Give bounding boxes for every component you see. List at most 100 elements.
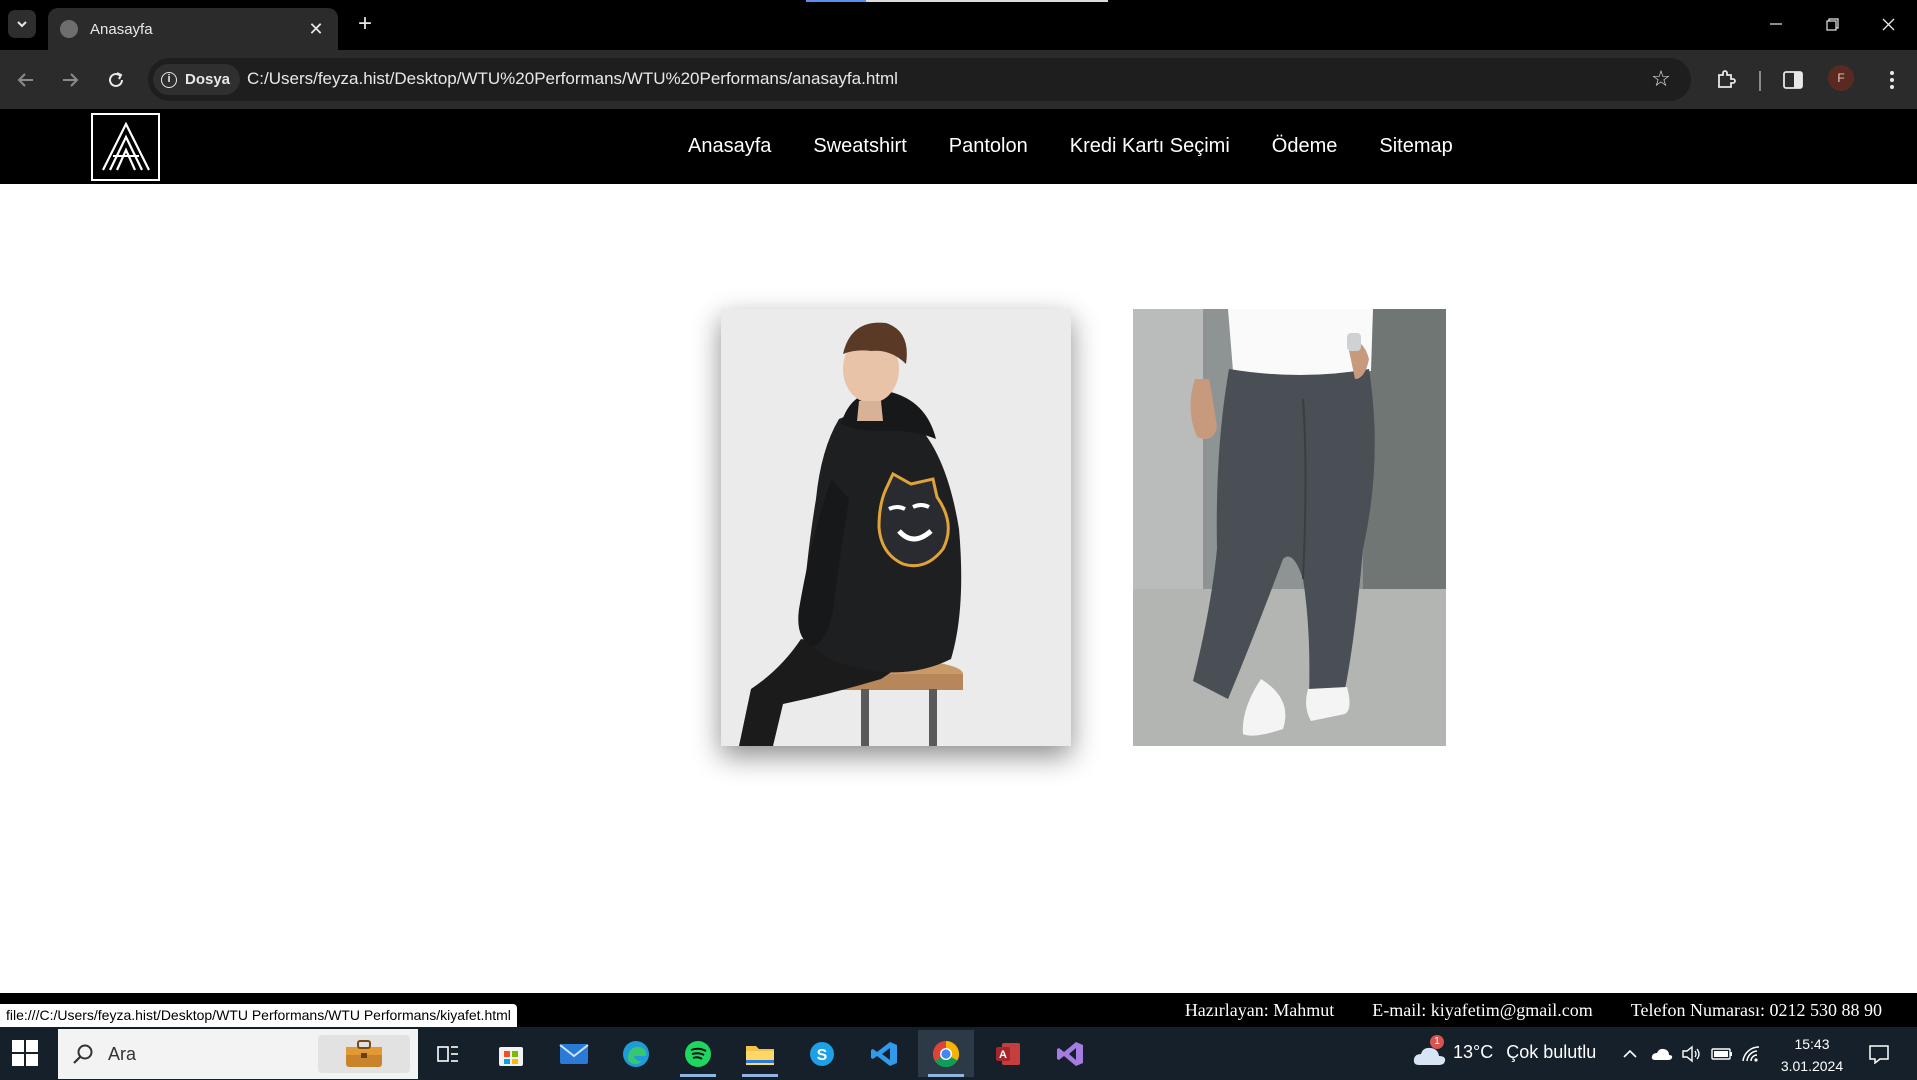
search-icon [73, 1044, 93, 1064]
windows-taskbar: Ara S A 1 13°C Çok bulutlu 15:43 3.01.20… [0, 1027, 1917, 1080]
taskbar-app-vscode[interactable] [856, 1030, 912, 1077]
nav-link-anasayfa[interactable]: Anasayfa [688, 135, 771, 158]
task-view-button[interactable] [420, 1030, 476, 1077]
pants-photo [1133, 309, 1446, 746]
taskbar-app-edge[interactable] [608, 1030, 664, 1077]
browser-toolbar: i Dosya C:/Users/feyza.hist/Desktop/WTU%… [0, 50, 1917, 109]
close-icon [1882, 18, 1894, 30]
briefcase-icon [346, 1040, 382, 1067]
browser-tab-active[interactable]: Anasayfa ✕ [48, 8, 338, 50]
close-window-button[interactable] [1868, 10, 1908, 38]
site-header: Anasayfa Sweatshirt Pantolon Kredi Kartı… [0, 109, 1917, 184]
weather-condition: Çok bulutlu [1506, 1042, 1597, 1062]
speaker-icon [1682, 1045, 1700, 1062]
edge-icon [623, 1040, 649, 1067]
access-icon: A [996, 1042, 1020, 1065]
main-content [0, 184, 1917, 993]
main-nav: Anasayfa Sweatshirt Pantolon Kredi Kartı… [688, 109, 1495, 184]
clock-time: 15:43 [1794, 1036, 1830, 1052]
arrow-left-icon [17, 73, 33, 87]
wifi-tray-icon[interactable] [1741, 1027, 1761, 1080]
notification-center-button[interactable] [1868, 1027, 1890, 1080]
browser-menu-button[interactable] [1876, 64, 1908, 96]
battery-icon [1711, 1047, 1732, 1060]
side-panel-icon [1783, 71, 1803, 89]
nav-link-sweatshirt[interactable]: Sweatshirt [813, 135, 906, 158]
new-tab-button[interactable]: + [352, 12, 378, 38]
close-tab-icon[interactable]: ✕ [306, 19, 326, 40]
profile-avatar[interactable]: F [1828, 65, 1854, 91]
taskbar-app-mail[interactable] [546, 1030, 602, 1077]
side-panel-button[interactable] [1777, 64, 1809, 96]
sweatshirt-product-image[interactable] [721, 309, 1071, 746]
toolbar-divider [1759, 71, 1761, 91]
restore-button[interactable] [1812, 10, 1852, 38]
site-logo[interactable] [91, 113, 160, 181]
pants-product-image[interactable] [1133, 309, 1446, 746]
minimize-icon [1770, 23, 1782, 25]
volume-tray-icon[interactable] [1681, 1027, 1701, 1080]
taskbar-app-access[interactable]: A [980, 1030, 1036, 1077]
nav-link-sitemap[interactable]: Sitemap [1379, 135, 1452, 158]
onedrive-tray-icon[interactable] [1651, 1027, 1673, 1080]
taskbar-app-spotify[interactable] [670, 1030, 726, 1077]
chevron-up-icon [1623, 1049, 1637, 1058]
chrome-icon [932, 1040, 960, 1067]
nav-link-odeme[interactable]: Ödeme [1272, 135, 1338, 158]
link-status-bubble: file:///C:/Users/feyza.hist/Desktop/WTU … [0, 1004, 517, 1027]
nav-link-pantolon[interactable]: Pantolon [949, 135, 1028, 158]
notification-icon [1869, 1044, 1889, 1064]
nav-link-kredi-karti[interactable]: Kredi Kartı Seçimi [1070, 135, 1230, 158]
svg-text:A: A [999, 1049, 1007, 1061]
more-vertical-icon [1890, 71, 1894, 89]
footer-email: E-mail: kiyafetim@gmail.com [1372, 999, 1593, 1020]
windows-logo-icon [12, 1040, 38, 1066]
store-icon [499, 1046, 523, 1066]
taskbar-app-file-explorer[interactable] [732, 1030, 788, 1077]
restore-icon [1825, 17, 1839, 31]
running-indicator [742, 1074, 778, 1077]
back-button[interactable] [10, 64, 42, 96]
bookmark-star-icon[interactable]: ☆ [1649, 68, 1673, 92]
cloud-icon [1651, 1048, 1673, 1060]
puzzle-icon [1718, 70, 1736, 88]
minimize-button[interactable] [1756, 10, 1796, 38]
address-bar[interactable]: i Dosya C:/Users/feyza.hist/Desktop/WTU%… [148, 58, 1691, 101]
tab-search-button[interactable] [8, 10, 36, 38]
loading-indicator [806, 0, 866, 2]
visual-studio-icon [1057, 1041, 1083, 1066]
taskbar-app-store[interactable] [483, 1030, 539, 1077]
extensions-button[interactable] [1710, 64, 1742, 96]
start-button[interactable] [12, 1040, 40, 1068]
weather-text: 13°C Çok bulutlu [1453, 1042, 1596, 1063]
site-info-chip[interactable]: i Dosya [153, 64, 241, 95]
taskbar-app-visual-studio[interactable] [1042, 1030, 1098, 1077]
url-text[interactable]: C:/Users/feyza.hist/Desktop/WTU%20Perfor… [247, 69, 898, 89]
folder-icon [746, 1045, 774, 1065]
tab-title: Anasayfa [90, 20, 153, 38]
svg-text:S: S [817, 1047, 828, 1064]
logo-a-icon [101, 122, 150, 171]
taskbar-search[interactable]: Ara [58, 1029, 418, 1079]
forward-button[interactable] [54, 64, 86, 96]
reload-icon [109, 72, 123, 87]
running-indicator [928, 1074, 964, 1077]
taskbar-app-chrome[interactable] [918, 1030, 974, 1077]
show-hidden-icons-button[interactable] [1622, 1027, 1638, 1080]
taskbar-clock[interactable]: 15:43 3.01.2024 [1770, 1033, 1854, 1077]
wifi-icon [1742, 1045, 1760, 1062]
search-highlight-art [318, 1035, 410, 1073]
vscode-icon [871, 1041, 897, 1066]
search-placeholder: Ara [108, 1043, 137, 1064]
taskbar-app-skype[interactable]: S [794, 1030, 850, 1077]
info-icon: i [161, 71, 177, 88]
globe-icon [60, 20, 78, 38]
spotify-icon [685, 1040, 711, 1067]
reload-button[interactable] [100, 64, 132, 96]
weather-alert-badge: 1 [1430, 1035, 1444, 1049]
site-info-label: Dosya [185, 71, 231, 88]
weather-widget[interactable] [1413, 1027, 1447, 1080]
sweatshirt-photo [721, 309, 1071, 746]
clock-date: 3.01.2024 [1780, 1058, 1844, 1074]
battery-tray-icon[interactable] [1711, 1027, 1733, 1080]
